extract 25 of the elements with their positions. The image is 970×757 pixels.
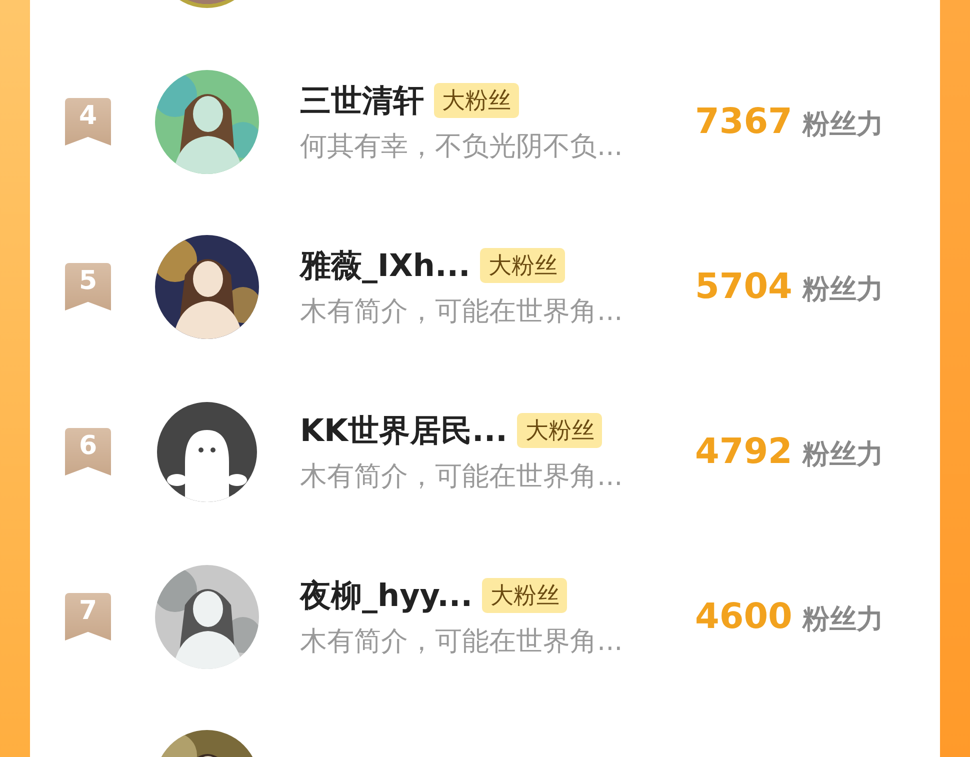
score-unit: 粉丝力	[802, 438, 884, 472]
fan-score: 4600	[695, 596, 792, 636]
user-bio: 木有简介，可能在世界角...	[300, 460, 624, 494]
fan-score: 5704	[695, 266, 792, 306]
rank-ribbon: 6	[65, 428, 111, 476]
fan-level-tag: 大粉丝	[482, 578, 568, 613]
default-avatar-icon	[155, 400, 259, 504]
fan-level-tag: 大粉丝	[434, 83, 519, 118]
user-bio: 木有简介，可能在世界角...	[300, 624, 624, 658]
user-name: 雅薇_IXh...	[300, 246, 470, 286]
rank-ribbon: 4	[65, 98, 111, 146]
fan-level-tag: 大粉丝	[480, 248, 566, 283]
user-name: KK世界居民...	[300, 412, 508, 450]
fan-score: 4792	[695, 432, 792, 472]
score-unit: 粉丝力	[802, 108, 884, 142]
score-unit: 粉丝力	[802, 272, 884, 306]
user-name: 夜柳_hyy...	[300, 576, 472, 616]
fan-score: 7367	[695, 102, 792, 142]
rank-ribbon: 5	[65, 262, 111, 310]
user-bio: 何其有幸，不负光阴不负...	[300, 130, 624, 164]
user-bio: 木有简介，可能在世界角...	[300, 294, 624, 328]
rank-ribbon: 7	[65, 592, 111, 640]
fan-level-tag: 大粉丝	[517, 413, 602, 448]
user-name: 三世清轩	[300, 82, 424, 120]
score-unit: 粉丝力	[802, 602, 884, 636]
